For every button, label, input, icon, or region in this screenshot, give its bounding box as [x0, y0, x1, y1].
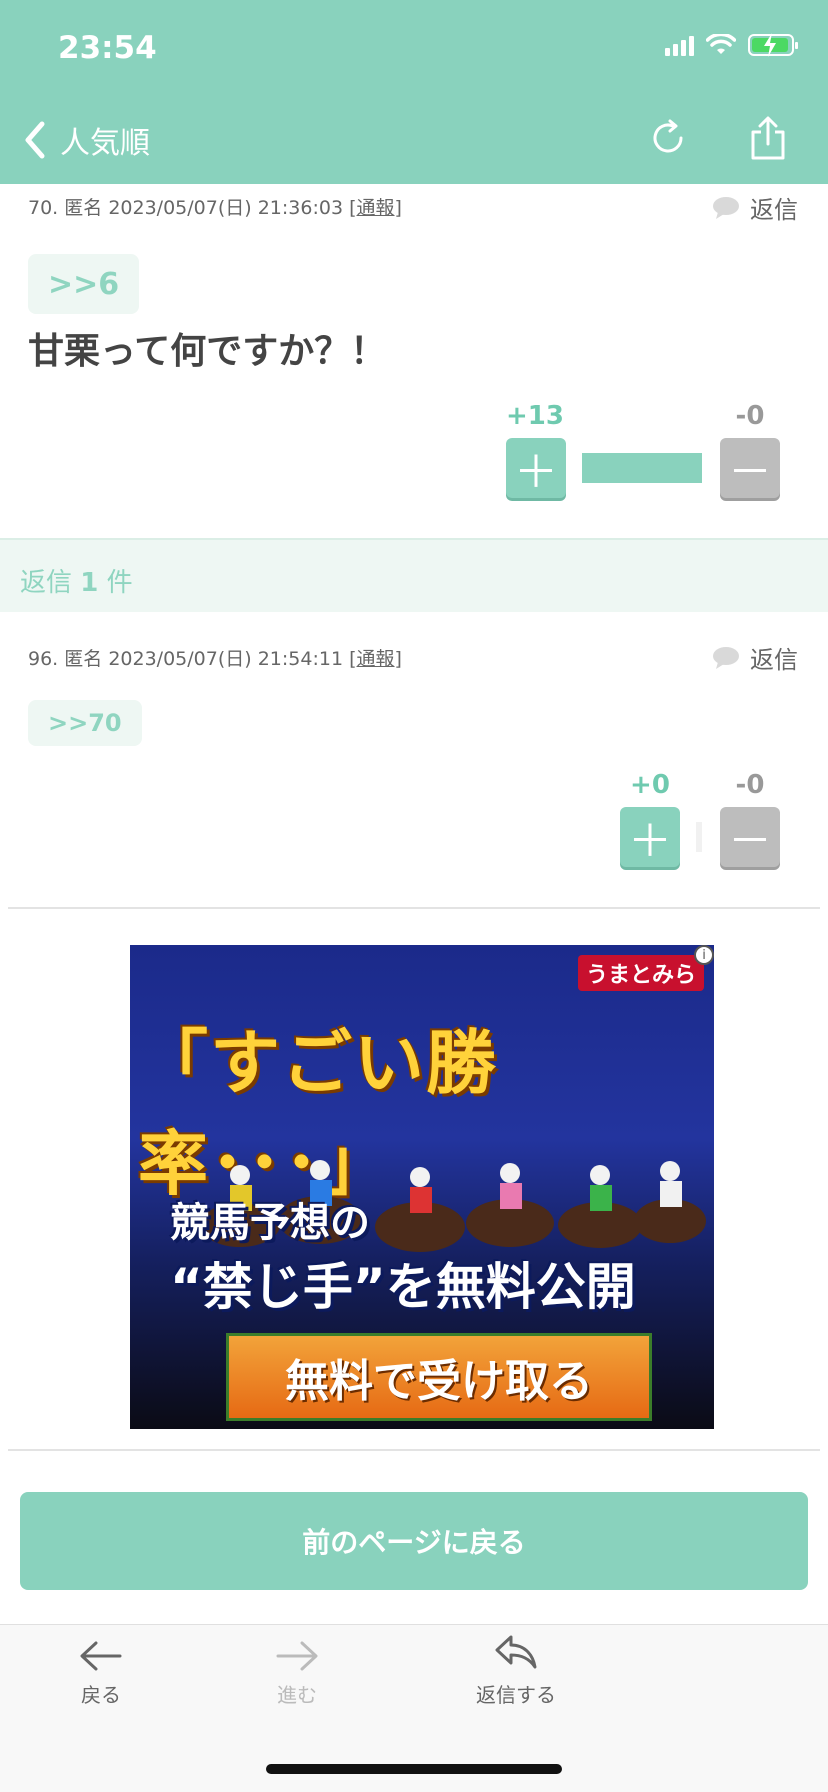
arrow-left-icon — [80, 1641, 122, 1671]
post-author: 匿名 — [64, 197, 103, 219]
plus-vote-button[interactable]: ＋ — [620, 807, 680, 867]
battery-icon — [748, 33, 798, 57]
speech-bubble-icon — [713, 646, 739, 669]
previous-page-button[interactable]: 前のページに戻る — [20, 1492, 808, 1590]
back-nav-button[interactable]: 人気順 — [22, 118, 150, 162]
ad-banner[interactable]: うまとみら i 「すごい勝率･･･」 競馬予想の “禁じ手”を無料公開 無料で受… — [130, 945, 714, 1429]
toolbar-reply-label: 返信する — [476, 1683, 556, 1707]
replies-header: 返信 1 件 — [0, 538, 828, 612]
toolbar-forward-label: 進む — [277, 1683, 317, 1707]
status-icons — [665, 33, 798, 57]
post-datetime: 2023/05/07(日) 21:36:03 — [108, 197, 344, 219]
bottom-toolbar: 戻る 進む 返信する — [0, 1624, 828, 1792]
chevron-left-icon — [25, 121, 45, 159]
reply-label: 返信 — [750, 646, 798, 674]
reply-author: 匿名 — [64, 648, 103, 670]
share-icon[interactable] — [748, 116, 788, 160]
signal-icon — [665, 34, 694, 56]
vote-ratio-bar — [696, 822, 702, 852]
anchor-link[interactable]: >>6 — [28, 254, 140, 314]
reply-label: 返信 — [750, 196, 798, 224]
plus-vote-count: +13 — [506, 401, 564, 431]
toolbar-back-button[interactable]: 戻る — [78, 1639, 124, 1708]
minus-vote-count: -0 — [735, 401, 765, 431]
plus-vote-count: +0 — [630, 770, 670, 800]
vote-ratio-fill — [582, 453, 702, 483]
report-link[interactable]: 通報 — [357, 648, 395, 670]
plus-vote-button[interactable]: ＋ — [506, 438, 566, 498]
toolbar-forward-button[interactable]: 進む — [274, 1639, 320, 1708]
ad-info-icon[interactable]: i — [694, 945, 714, 965]
refresh-icon[interactable] — [648, 118, 688, 158]
reply-button[interactable]: 返信 — [712, 640, 798, 675]
minus-vote-count: -0 — [735, 770, 765, 800]
reply-number: 96. — [28, 648, 59, 670]
reply-count: 返信 1 件 — [20, 562, 133, 599]
ad-tagline: “禁じ手”を無料公開 — [170, 1258, 636, 1316]
reply-button[interactable]: 返信 — [712, 190, 798, 225]
status-time: 23:54 — [58, 30, 157, 66]
reply-count-number: 1 — [80, 568, 99, 598]
home-indicator — [266, 1764, 562, 1774]
toolbar-back-label: 戻る — [81, 1683, 121, 1707]
divider — [8, 907, 820, 909]
post-body: 甘栗って何ですか？！ — [28, 331, 387, 372]
vote-ratio-bar — [582, 453, 702, 483]
speech-bubble-icon — [713, 196, 739, 219]
reply-arrow-icon — [495, 1635, 537, 1669]
minus-vote-button[interactable]: － — [720, 438, 780, 498]
ad-logo: うまとみら — [577, 955, 704, 991]
anchor-link[interactable]: >>70 — [28, 700, 142, 746]
reply-datetime: 2023/05/07(日) 21:54:11 — [108, 648, 344, 670]
nav-title: 人気順 — [60, 126, 150, 161]
reply-count-prefix: 返信 — [20, 568, 73, 598]
post-number: 70. — [28, 197, 59, 219]
toolbar-reply-button[interactable]: 返信する — [476, 1633, 556, 1708]
ad-cta-button[interactable]: 無料で受け取る — [226, 1333, 652, 1421]
wifi-icon — [706, 34, 736, 54]
app-header: 23:54 人気順 — [0, 0, 828, 184]
ad-subheading: 競馬予想の — [170, 1200, 370, 1246]
report-link[interactable]: 通報 — [357, 197, 395, 219]
divider — [8, 1449, 820, 1451]
reply-count-suffix: 件 — [106, 568, 133, 598]
minus-vote-button[interactable]: － — [720, 807, 780, 867]
post-meta: 70. 匿名 2023/05/07(日) 21:36:03 [通報] — [28, 197, 402, 219]
reply-meta: 96. 匿名 2023/05/07(日) 21:54:11 [通報] — [28, 648, 402, 670]
arrow-right-icon — [276, 1641, 318, 1671]
